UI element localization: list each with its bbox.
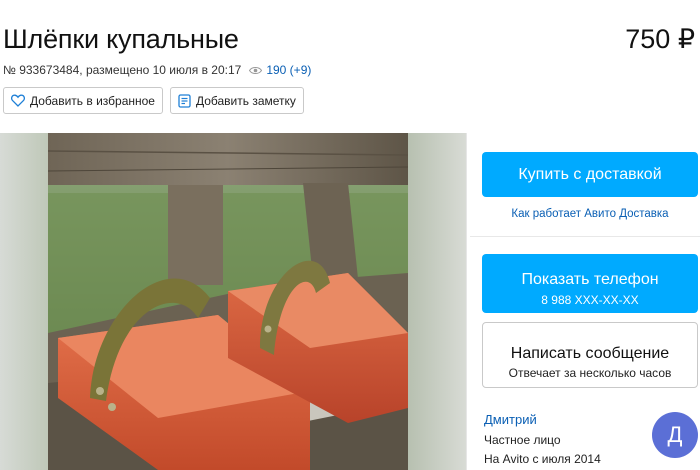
delivery-info-link[interactable]: Как работает Авито Доставка	[482, 208, 698, 220]
show-phone-button[interactable]: Показать телефон 8 988 XXX-XX-XX	[482, 254, 698, 313]
views-count: 190 (+9)	[266, 63, 312, 77]
gallery-prev-area[interactable]	[0, 133, 48, 470]
seller-name-link[interactable]: Дмитрий	[484, 412, 537, 427]
buy-with-delivery-button[interactable]: Купить с доставкой	[482, 152, 698, 197]
views-counter: 190 (+9)	[249, 63, 311, 77]
listing-id-date: № 933673484, размещено 10 июля в 20:17	[3, 63, 242, 77]
listing-meta: № 933673484, размещено 10 июля в 20:17 1…	[3, 63, 311, 77]
seller-type: Частное лицо	[484, 433, 561, 447]
listing-price: 750 ₽	[625, 24, 695, 54]
seller-avatar[interactable]: Д	[652, 412, 698, 458]
listing-actions: Добавить в избранное Добавить заметку	[3, 87, 304, 114]
heart-icon	[11, 94, 25, 107]
gallery-next-area[interactable]	[408, 133, 466, 470]
listing-page: Шлёпки купальные 750 ₽ № 933673484, разм…	[0, 0, 700, 470]
seller-since: На Avito с июля 2014	[484, 452, 601, 466]
phone-number-masked: 8 988 XXX-XX-XX	[541, 292, 639, 307]
add-note-button[interactable]: Добавить заметку	[169, 87, 304, 114]
photo-gallery[interactable]	[0, 133, 466, 470]
section-divider	[470, 236, 700, 237]
add-note-label: Добавить заметку	[195, 93, 296, 108]
listing-photo[interactable]	[48, 133, 408, 470]
show-phone-label: Показать телефон	[521, 270, 659, 288]
send-message-label: Написать сообщение	[510, 344, 670, 362]
listing-title: Шлёпки купальные	[3, 24, 239, 54]
add-to-favorites-button[interactable]: Добавить в избранное	[3, 87, 163, 114]
note-icon	[178, 93, 191, 108]
response-time-text: Отвечает за несколько часов	[508, 365, 672, 380]
send-message-button[interactable]: Написать сообщение Отвечает за несколько…	[482, 322, 698, 388]
eye-icon	[249, 66, 263, 74]
column-divider	[466, 133, 467, 470]
add-to-favorites-label: Добавить в избранное	[30, 93, 155, 108]
